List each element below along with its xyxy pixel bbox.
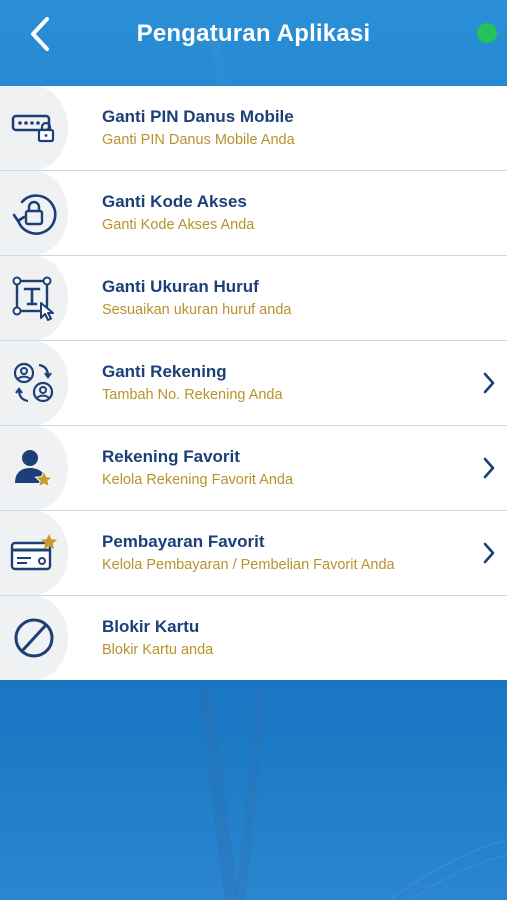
icon-container	[0, 171, 68, 255]
connection-status-indicator	[477, 23, 497, 43]
switch-account-icon	[13, 362, 54, 403]
menu-item-title: Ganti Rekening	[102, 362, 227, 381]
chevron-right-icon	[483, 457, 495, 479]
chevron-right-icon	[483, 542, 495, 564]
menu-item-subtitle: Tambah No. Rekening Anda	[102, 387, 283, 403]
menu-item-change-access-code[interactable]: Ganti Kode Akses Ganti Kode Akses Anda	[0, 171, 507, 256]
app-header: Pengaturan Aplikasi	[0, 0, 507, 86]
page-title: Pengaturan Aplikasi	[136, 20, 371, 47]
menu-item-title: Blokir Kartu	[102, 617, 200, 636]
pin-keypad-lock-icon	[11, 114, 55, 143]
icon-container	[0, 511, 68, 595]
menu-item-change-account[interactable]: Ganti Rekening Tambah No. Rekening Anda	[0, 341, 507, 426]
rotate-lock-icon	[12, 194, 57, 235]
card-star-icon	[10, 534, 57, 571]
menu-item-subtitle: Kelola Rekening Favorit Anda	[102, 472, 294, 488]
user-star-icon	[15, 450, 54, 488]
menu-item-title: Ganti Kode Akses	[102, 192, 247, 211]
menu-item-title: Ganti PIN Danus Mobile	[102, 107, 294, 126]
menu-item-block-card[interactable]: Blokir Kartu Blokir Kartu anda	[0, 596, 507, 680]
menu-item-subtitle: Kelola Pembayaran / Pembelian Favorit An…	[102, 557, 395, 573]
menu-item-favorite-accounts[interactable]: Rekening Favorit Kelola Rekening Favorit…	[0, 426, 507, 511]
back-button[interactable]	[22, 14, 58, 54]
menu-item-subtitle: Blokir Kartu anda	[102, 642, 214, 658]
menu-item-title: Ganti Ukuran Huruf	[102, 277, 259, 296]
menu-item-favorite-payments[interactable]: Pembayaran Favorit Kelola Pembayaran / P…	[0, 511, 507, 596]
menu-item-change-font-size[interactable]: Ganti Ukuran Huruf Sesuaikan ukuran huru…	[0, 256, 507, 341]
settings-menu: Ganti PIN Danus Mobile Ganti PIN Danus M…	[0, 86, 507, 680]
icon-container	[0, 256, 68, 340]
chevron-right-icon	[483, 372, 495, 394]
menu-item-subtitle: Ganti Kode Akses Anda	[102, 217, 255, 233]
icon-container	[0, 341, 68, 425]
icon-container	[0, 596, 68, 680]
icon-container	[0, 426, 68, 510]
menu-item-title: Pembayaran Favorit	[102, 532, 265, 551]
icon-container	[0, 86, 68, 170]
menu-item-subtitle: Sesuaikan ukuran huruf anda	[102, 302, 292, 318]
block-icon	[14, 618, 54, 658]
menu-item-title: Rekening Favorit	[102, 447, 240, 466]
text-size-cursor-icon	[12, 276, 54, 321]
menu-item-change-pin[interactable]: Ganti PIN Danus Mobile Ganti PIN Danus M…	[0, 86, 507, 171]
chevron-left-icon	[31, 17, 49, 51]
menu-item-subtitle: Ganti PIN Danus Mobile Anda	[102, 132, 295, 148]
